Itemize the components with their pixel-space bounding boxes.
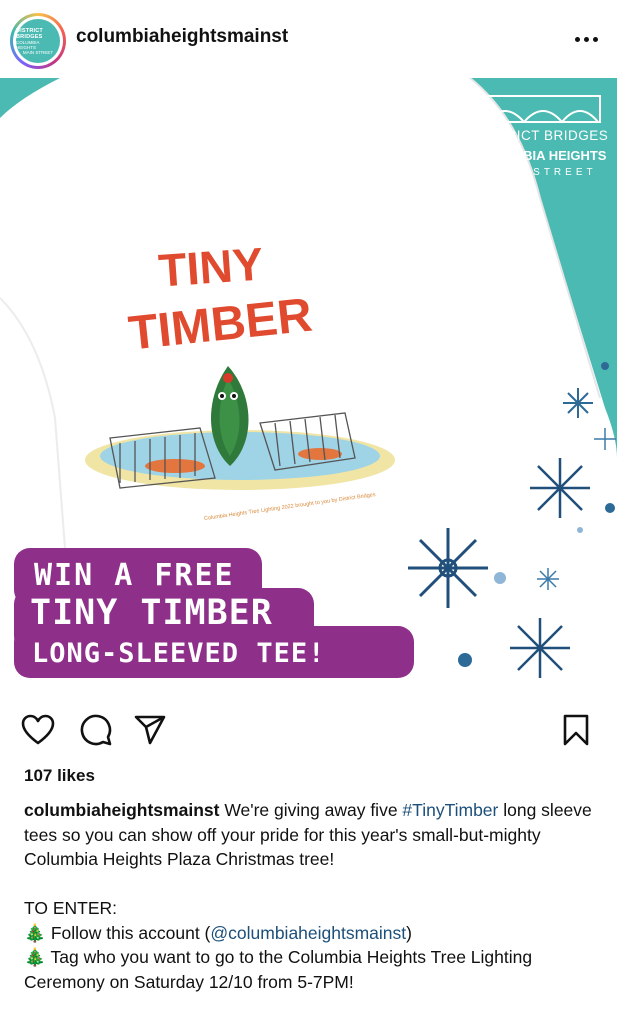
like-button[interactable] [18, 710, 58, 750]
hashtag-link[interactable]: #TinyTimber [402, 800, 498, 820]
share-icon [134, 715, 166, 745]
logo-line1: DISTRICT BRIDGES [474, 128, 609, 143]
save-button[interactable] [556, 710, 596, 750]
post-header: DISTRICT BRIDGES COLUMBIA HEIGHTS MAIN S… [0, 0, 617, 78]
design-title-line2: TIMBER [126, 289, 315, 361]
action-bar [0, 700, 617, 760]
logo-line2: COLUMBIA HEIGHTS [476, 148, 607, 163]
username-link[interactable]: columbiaheightsmainst [76, 26, 288, 48]
avatar[interactable]: DISTRICT BRIDGES COLUMBIA HEIGHTS MAIN S… [10, 13, 66, 69]
comment-icon [80, 714, 112, 746]
promo-line3: LONG-SLEEVED TEE! [32, 638, 325, 669]
heart-icon [21, 714, 55, 745]
comment-button[interactable] [76, 710, 116, 750]
post-image[interactable]: DISTRICT BRIDGES COLUMBIA HEIGHTS MAIN S… [0, 78, 617, 696]
logo-line3: MAIN STREET [485, 167, 596, 178]
promo-line1: WIN A FREE [34, 558, 235, 593]
promo-line2: TINY TIMBER [30, 593, 273, 633]
christmas-tree-icon: 🎄 [24, 947, 46, 967]
more-options-button[interactable] [569, 24, 603, 54]
christmas-tree-icon: 🎄 [24, 922, 46, 943]
share-button[interactable] [130, 710, 170, 750]
post-caption: columbiaheightsmainst We're giving away … [24, 798, 604, 994]
bookmark-icon [563, 714, 589, 746]
more-icon [574, 36, 580, 42]
design-title-line1: TINY [157, 237, 265, 296]
likes-count[interactable]: 107 likes [24, 766, 95, 786]
to-enter-heading: TO ENTER: [24, 898, 118, 918]
design-caption: Columbia Heights Tree Lighting 2022 brou… [204, 492, 376, 522]
mention-link[interactable]: @columbiaheightsmainst [210, 923, 406, 943]
caption-username[interactable]: columbiaheightsmainst [24, 800, 219, 820]
list-item: 🎄 Follow this account (@columbiaheightsm… [24, 921, 604, 946]
list-item: 🎄 Tag who you want to go to the Columbia… [24, 947, 533, 992]
avatar-logo: DISTRICT BRIDGES COLUMBIA HEIGHTS MAIN S… [16, 19, 60, 63]
